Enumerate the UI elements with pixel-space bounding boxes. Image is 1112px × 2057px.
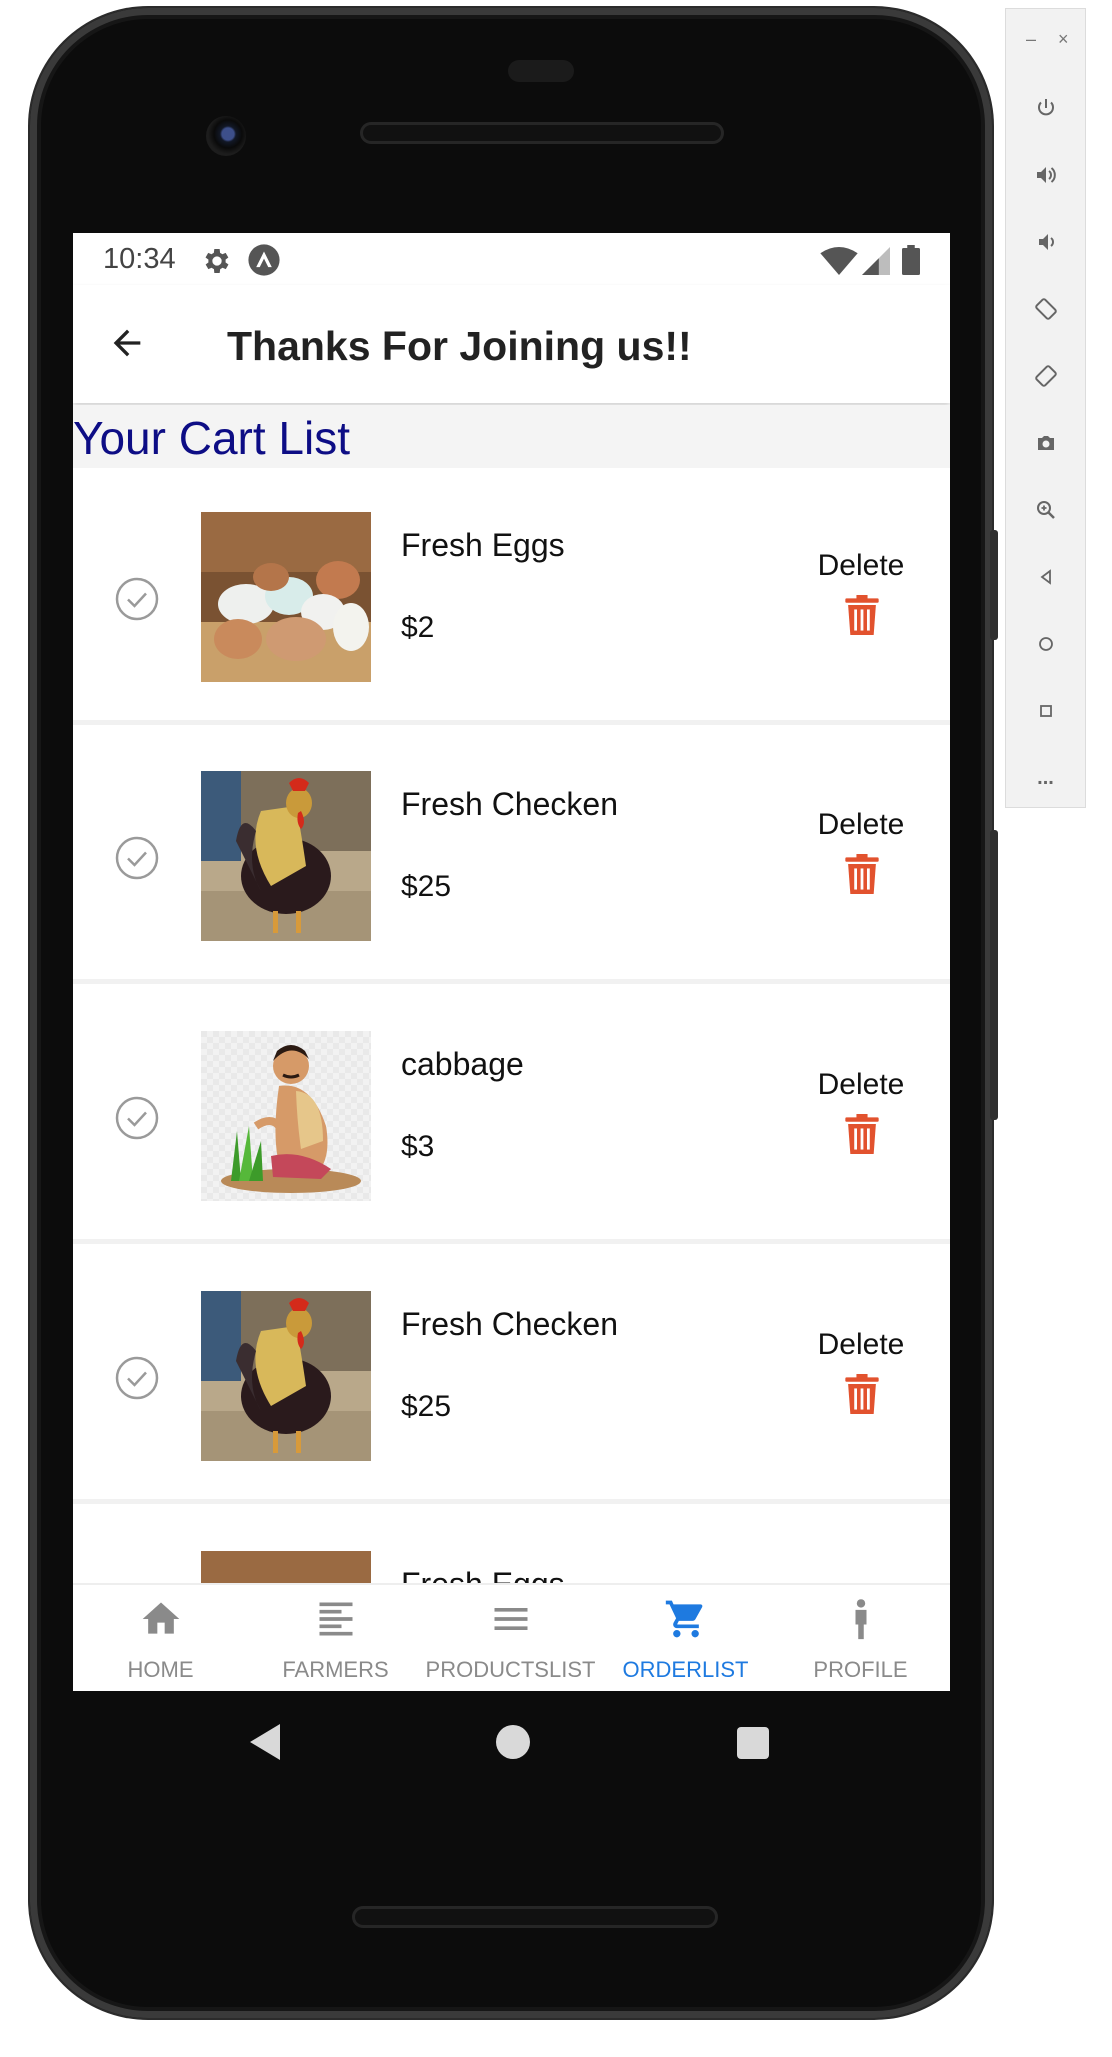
expo-icon (248, 244, 280, 276)
home-icon (142, 1602, 180, 1634)
product-image-rooster (201, 771, 371, 941)
cart-item: cabbage $3 Delete (73, 988, 950, 1244)
page-title: Thanks For Joining us!! (227, 323, 692, 369)
android-back-icon[interactable] (248, 1722, 284, 1762)
check-circle-icon[interactable] (115, 1356, 159, 1400)
device-screen: 10:34 Thanks For Joining us!! Your Cart … (73, 233, 950, 1691)
cart-item: Fresh Eggs $2 Delete (73, 469, 950, 725)
delete-label: Delete (817, 1068, 905, 1101)
check-circle-icon[interactable] (115, 1096, 159, 1140)
more-label: ... (1037, 766, 1054, 789)
power-side-button[interactable] (990, 530, 998, 640)
section-title-bar: Your Cart List (73, 405, 950, 468)
product-price: $2 (401, 611, 435, 644)
delete-button[interactable]: Delete (811, 549, 911, 659)
emulator-toolbar: – × ... (1005, 8, 1086, 808)
volume-up-icon[interactable] (1006, 151, 1085, 199)
nav-label: ORDERLIST (622, 1657, 749, 1682)
product-image-rooster (201, 1291, 371, 1461)
nav-label: FARMERS (282, 1657, 389, 1682)
app-header: Thanks For Joining us!! (73, 285, 950, 403)
check-circle-icon[interactable] (115, 577, 159, 621)
product-image-eggs (201, 512, 371, 682)
android-recents-icon[interactable] (737, 1727, 769, 1759)
cart-list[interactable]: Fresh Eggs $2 Delete Fresh Checken $25 D… (73, 469, 950, 1615)
nav-label: PRODUCTSLIST (425, 1657, 596, 1682)
product-name: Fresh Checken (401, 1306, 618, 1342)
rotate-left-icon[interactable] (1006, 285, 1085, 333)
nav-farmers[interactable]: FARMERS (248, 1585, 423, 1691)
product-price: $25 (401, 870, 452, 903)
battery-icon (902, 245, 920, 275)
front-camera (206, 116, 246, 156)
cart-item: Fresh Checken $25 Delete (73, 728, 950, 984)
trash-icon (845, 1114, 879, 1154)
volume-down-icon[interactable] (1006, 218, 1085, 266)
delete-label: Delete (817, 549, 905, 582)
person-icon (855, 1599, 867, 1640)
zoom-icon[interactable] (1006, 486, 1085, 534)
wifi-icon (820, 247, 858, 275)
nav-label: HOME (127, 1657, 194, 1682)
cart-icon (665, 1600, 703, 1638)
product-name: Fresh Checken (401, 786, 618, 822)
more-icon[interactable]: ... (1006, 754, 1085, 802)
back-arrow-icon[interactable] (107, 323, 147, 363)
product-name: cabbage (401, 1046, 524, 1082)
rotate-right-icon[interactable] (1006, 352, 1085, 400)
nav-orderlist[interactable]: ORDERLIST (598, 1585, 773, 1691)
gear-icon (205, 249, 229, 273)
camera-icon[interactable] (1006, 419, 1085, 467)
product-price: $3 (401, 1130, 435, 1163)
signal-icon (862, 247, 890, 275)
delete-label: Delete (817, 808, 905, 841)
align-left-icon (319, 1602, 353, 1636)
nav-label: PROFILE (813, 1657, 908, 1682)
overview-icon[interactable] (1006, 687, 1085, 735)
delete-button[interactable]: Delete (811, 1068, 911, 1178)
home-circle-icon[interactable] (1006, 620, 1085, 668)
trash-icon (845, 595, 879, 635)
bottom-nav: HOME FARMERS PRODUCTSLIST ORDERLIST PROF… (73, 1583, 950, 1691)
delete-button[interactable]: Delete (811, 808, 911, 918)
nav-home[interactable]: HOME (73, 1585, 248, 1691)
check-circle-icon[interactable] (115, 836, 159, 880)
product-image-farmer (201, 1031, 371, 1201)
minimize-button[interactable]: – (1026, 29, 1036, 50)
product-price: $25 (401, 1390, 452, 1423)
menu-icon (494, 1608, 528, 1630)
trash-icon (845, 854, 879, 894)
nav-productslist[interactable]: PRODUCTSLIST (423, 1585, 598, 1691)
android-home-icon[interactable] (496, 1725, 530, 1759)
status-bar: 10:34 (73, 233, 950, 285)
delete-button[interactable]: Delete (811, 1328, 911, 1438)
trash-icon (845, 1374, 879, 1414)
cart-item: Fresh Checken $25 Delete (73, 1248, 950, 1504)
earpiece-speaker (360, 122, 724, 144)
proximity-sensor (508, 60, 574, 82)
delete-label: Delete (817, 1328, 905, 1361)
section-title: Your Cart List (73, 412, 350, 464)
power-icon[interactable] (1006, 84, 1085, 132)
volume-side-button[interactable] (990, 830, 998, 1120)
status-time: 10:34 (103, 243, 176, 275)
nav-profile[interactable]: PROFILE (773, 1585, 948, 1691)
close-button[interactable]: × (1058, 29, 1069, 50)
product-name: Fresh Eggs (401, 527, 565, 563)
bottom-speaker (352, 1906, 718, 1928)
back-icon[interactable] (1006, 553, 1085, 601)
